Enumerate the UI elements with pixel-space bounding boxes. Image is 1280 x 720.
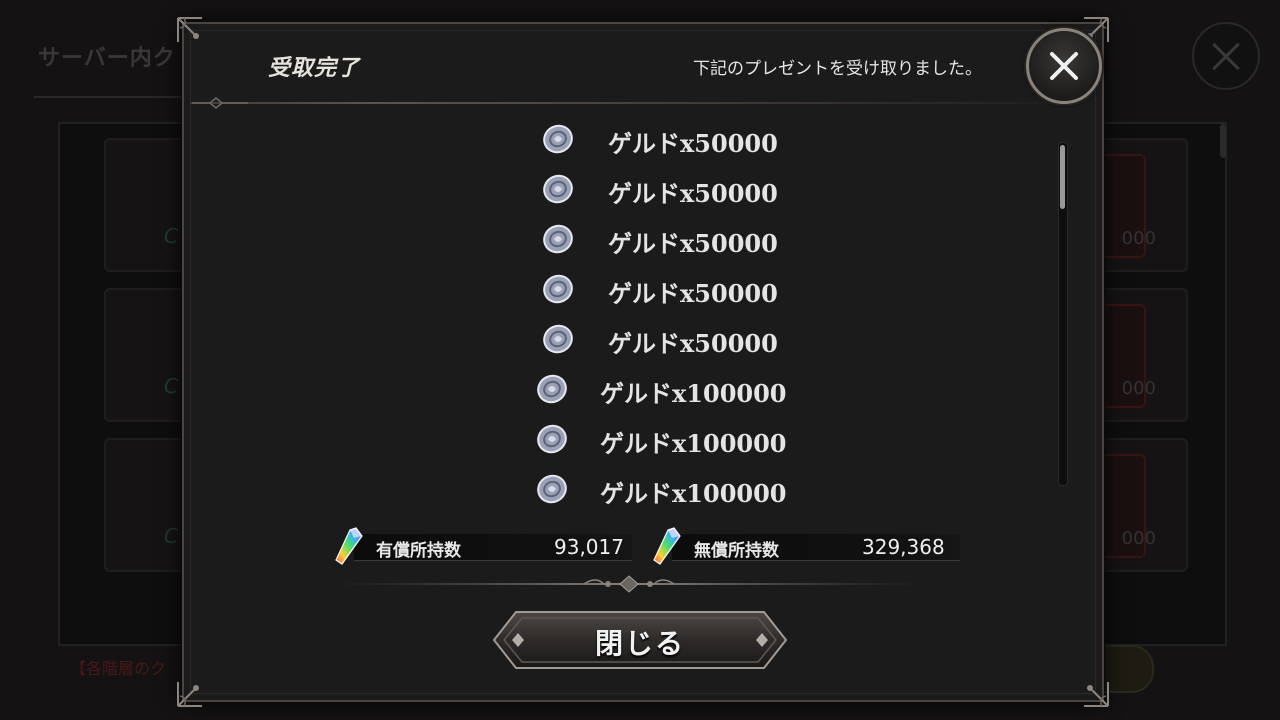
background-emblem-value: 000: [1121, 228, 1156, 249]
title-divider: [190, 102, 1090, 104]
corner-ornament-icon: [174, 664, 220, 710]
crystal-icon: [335, 527, 363, 565]
free-currency-value: 329,368: [862, 535, 945, 559]
background-emblem-value: 000: [1121, 528, 1156, 549]
geld-coin-icon: [537, 474, 567, 504]
dialog-message: 下記のプレゼントを受け取りました。: [693, 59, 982, 79]
background-close-icon: [1192, 22, 1260, 90]
background-note: 【各階層のク: [70, 659, 167, 678]
geld-coin-icon: [543, 124, 573, 154]
reward-label: ゲルドx50000: [608, 329, 778, 358]
close-x-button[interactable]: [1026, 28, 1102, 104]
paid-currency-label: 有償所持数: [376, 541, 461, 561]
background-title: サーバー内ク: [38, 46, 176, 71]
reward-label: ゲルドx100000: [600, 429, 787, 458]
reward-item: ゲルドx50000: [484, 264, 864, 314]
close-button[interactable]: 閉じる: [492, 610, 788, 670]
background-emblem-value: 000: [1121, 378, 1156, 399]
geld-coin-icon: [543, 274, 573, 304]
ornamental-divider-icon: [334, 575, 924, 593]
background-scrollbar: [1220, 124, 1226, 158]
paid-currency-value: 93,017: [554, 535, 624, 559]
reward-label: ゲルドx100000: [600, 479, 787, 508]
background-title-ornament: [34, 82, 194, 98]
reward-list-scrollbar[interactable]: [1058, 142, 1068, 486]
reward-item: ゲルドx50000: [484, 314, 864, 364]
reward-list[interactable]: ゲルドx50000 ゲルドx50000 ゲルドx50000 ゲルドx50000 …: [484, 114, 864, 526]
reward-received-dialog: 受取完了 下記のプレゼントを受け取りました。 ゲルドx50000 ゲルドx500…: [177, 17, 1109, 707]
title-divider-ornament-icon: [192, 97, 248, 109]
close-button-label: 閉じる: [594, 627, 685, 660]
reward-item: ゲルドx50000: [484, 164, 864, 214]
reward-item: ゲルドx100000: [484, 414, 864, 464]
geld-coin-icon: [543, 174, 573, 204]
reward-item: ゲルドx50000: [484, 214, 864, 264]
reward-label: ゲルドx50000: [608, 179, 778, 208]
crystal-icon: [653, 527, 681, 565]
reward-label: ゲルドx50000: [608, 229, 778, 258]
background-caption: C: [164, 374, 178, 398]
reward-item: ゲルドx100000: [484, 464, 864, 514]
reward-item: ゲルドx50000: [484, 114, 864, 164]
geld-coin-icon: [537, 424, 567, 454]
background-caption: C: [164, 224, 178, 248]
reward-item: ゲルドx100000: [484, 364, 864, 414]
free-currency-label: 無償所持数: [694, 541, 779, 561]
geld-coin-icon: [543, 324, 573, 354]
reward-label: ゲルドx100000: [600, 379, 787, 408]
corner-ornament-icon: [1066, 664, 1112, 710]
background-caption: C: [164, 524, 178, 548]
scrollbar-thumb[interactable]: [1060, 145, 1065, 209]
reward-label: ゲルドx50000: [608, 129, 778, 158]
reward-label: ゲルドx50000: [608, 279, 778, 308]
dialog-title: 受取完了: [268, 56, 361, 81]
free-currency-counter: 無償所持数 329,368: [650, 526, 960, 566]
corner-ornament-icon: [174, 14, 220, 60]
geld-coin-icon: [537, 374, 567, 404]
paid-currency-counter: 有償所持数 93,017: [332, 526, 632, 566]
geld-coin-icon: [543, 224, 573, 254]
